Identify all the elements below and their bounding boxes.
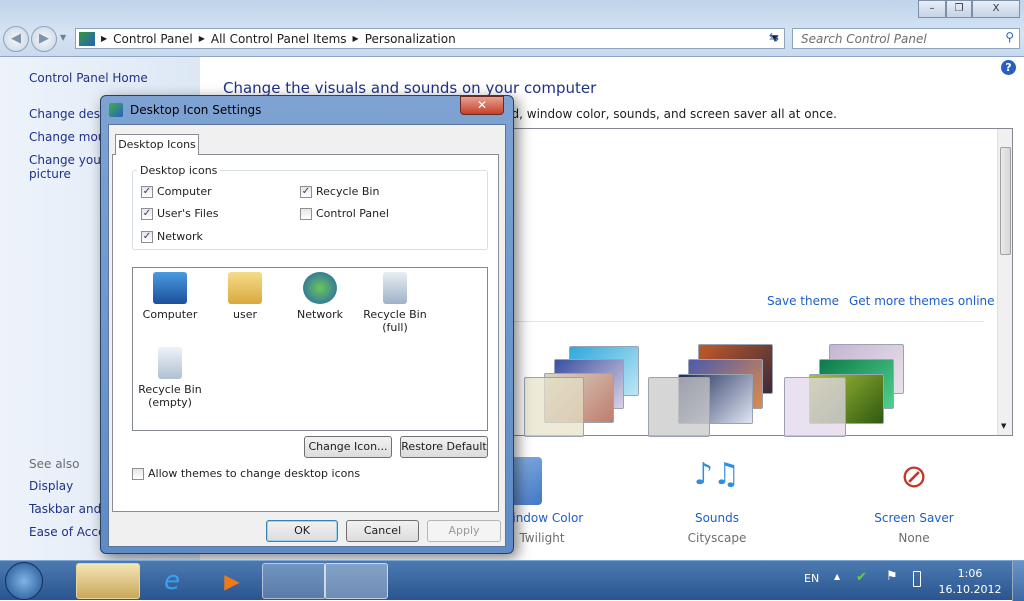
sounds-icon: ♪♫	[693, 457, 741, 492]
theme-scenes[interactable]	[648, 341, 778, 437]
icon-recycle-bin-full[interactable]: Recycle Bin (full)	[360, 272, 430, 334]
action-center-flag-icon[interactable]: ⚑	[886, 569, 898, 584]
group-label: Desktop icons	[137, 164, 221, 177]
sounds-item[interactable]: ♪♫ Sounds Cityscape	[667, 457, 767, 545]
language-indicator[interactable]: EN	[804, 572, 819, 585]
theme-scrollbar[interactable]: ▼	[997, 129, 1012, 435]
desktop-icon-settings-dialog: Desktop Icon Settings ✕ Desktop Icons De…	[100, 95, 514, 554]
theme-list: Save theme Get more themes online	[513, 128, 1013, 437]
dialog-close-button[interactable]: ✕	[460, 96, 504, 115]
clock[interactable]: 1:06 16.10.2012	[935, 566, 1005, 598]
checkbox-recycle-bin[interactable]: ✓ Recycle Bin	[300, 185, 379, 198]
icon-computer[interactable]: Computer	[135, 272, 205, 321]
show-desktop-button[interactable]	[1012, 561, 1024, 601]
maximize-button[interactable]: ❐	[946, 0, 972, 18]
theme-landscapes[interactable]	[524, 341, 639, 437]
taskbar-explorer[interactable]	[76, 563, 140, 599]
screen-saver-icon: ⊘	[900, 457, 928, 495]
window-frame: – ❐ X ◀ ▶ ▼ ▶ Control Panel ▶ All Control …	[0, 0, 1024, 57]
help-icon[interactable]: ?	[1001, 60, 1016, 75]
checkbox-computer[interactable]: ✓ Computer	[141, 185, 212, 198]
breadcrumb-personalization[interactable]: Personalization	[365, 32, 456, 46]
sidebar-home[interactable]: Control Panel Home	[29, 71, 148, 85]
scroll-down-icon[interactable]: ▼	[1001, 422, 1006, 430]
restore-default-button[interactable]: Restore Default	[400, 436, 488, 458]
icon-recycle-bin-empty[interactable]: Recycle Bin (empty)	[135, 347, 205, 409]
theme-nature[interactable]	[784, 341, 914, 437]
get-more-themes-link[interactable]: Get more themes online	[849, 294, 995, 308]
dialog-icon	[109, 103, 123, 117]
checkbox-allow-themes[interactable]: Allow themes to change desktop icons	[132, 467, 360, 480]
checkbox-control-panel[interactable]: Control Panel	[300, 207, 389, 220]
refresh-icon[interactable]: ⇆	[763, 30, 785, 47]
breadcrumb-all-items[interactable]: All Control Panel Items	[211, 32, 347, 46]
icon-list: Computer user Network Recycle Bin (full) …	[132, 267, 488, 431]
change-icon-button[interactable]: Change Icon...	[304, 436, 392, 458]
ok-button[interactable]: OK	[266, 520, 338, 542]
minimize-button[interactable]: –	[918, 0, 946, 18]
checkbox-network[interactable]: ✓ Network	[141, 230, 203, 243]
desktop-icons-panel: Desktop icons ✓ Computer ✓ User's Files ✓ N…	[112, 154, 499, 512]
screen-saver-item[interactable]: ⊘ Screen Saver None	[864, 457, 964, 545]
recent-pages-dropdown[interactable]: ▼	[60, 33, 66, 42]
show-hidden-icons[interactable]: ▲	[834, 572, 840, 581]
taskbar-personalization[interactable]	[324, 563, 388, 599]
apply-button[interactable]: Apply	[427, 520, 501, 542]
icon-user[interactable]: user	[210, 272, 280, 321]
forward-button[interactable]: ▶	[31, 26, 57, 52]
taskbar: e ▶ EN ▲ ✔ ⚑ 1:06 16.10.2012	[0, 560, 1024, 601]
close-button[interactable]: X	[972, 0, 1020, 18]
cancel-button[interactable]: Cancel	[346, 520, 419, 542]
dialog-title: Desktop Icon Settings	[130, 103, 262, 117]
taskbar-media-player[interactable]: ▶	[200, 563, 264, 599]
checkbox-users-files[interactable]: ✓ User's Files	[141, 207, 218, 220]
usb-icon[interactable]: ✔	[856, 570, 867, 585]
search-icon[interactable]: ⚲	[1005, 30, 1014, 44]
scrollbar-thumb[interactable]	[1000, 147, 1011, 255]
back-button[interactable]: ◀	[3, 26, 29, 52]
address-bar[interactable]: ▶ Control Panel ▶ All Control Panel Items …	[75, 28, 785, 49]
see-also-heading: See also	[29, 457, 80, 471]
search-input[interactable]: Search Control Panel ⚲	[792, 28, 1020, 49]
battery-icon[interactable]	[913, 571, 921, 587]
start-button[interactable]	[5, 562, 43, 600]
tab-desktop-icons[interactable]: Desktop Icons	[115, 134, 199, 155]
sidebar-display[interactable]: Display	[29, 479, 73, 493]
taskbar-control-panel[interactable]	[262, 563, 326, 599]
taskbar-internet-explorer[interactable]: e	[140, 563, 204, 599]
icon-network[interactable]: Network	[285, 272, 355, 321]
control-panel-icon	[79, 31, 95, 46]
breadcrumb-control-panel[interactable]: Control Panel	[113, 32, 193, 46]
save-theme-link[interactable]: Save theme	[767, 294, 839, 308]
